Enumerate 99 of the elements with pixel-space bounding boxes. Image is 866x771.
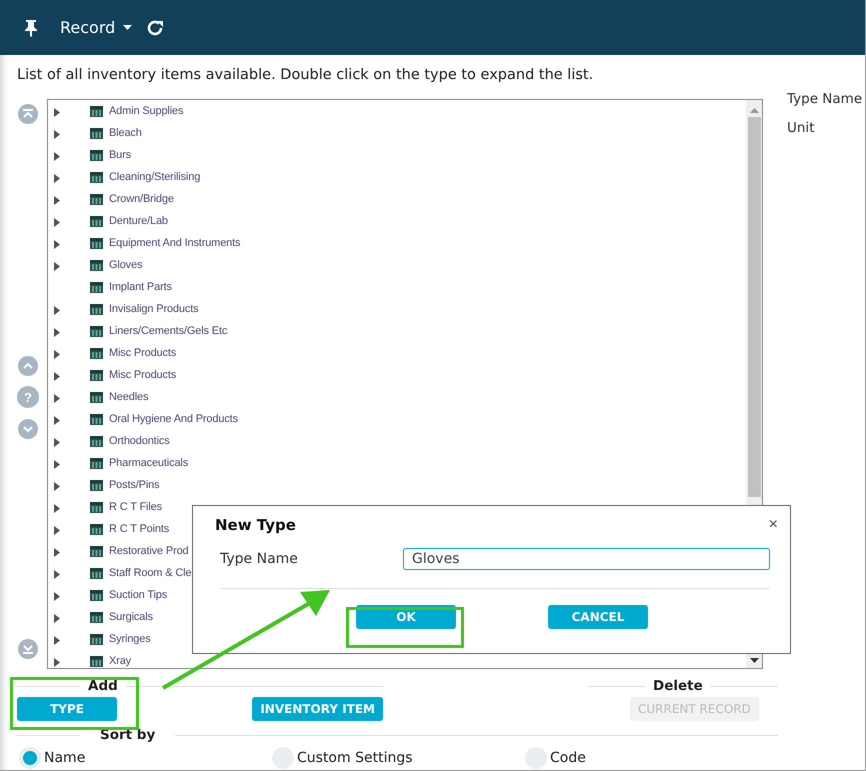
folder-icon	[90, 392, 103, 402]
tree-item[interactable]: Crown/Bridge	[109, 193, 174, 205]
expand-arrow-icon[interactable]	[54, 592, 60, 601]
input-field[interactable]: Gloves	[403, 548, 770, 570]
radio-button[interactable]	[272, 747, 294, 769]
folder-icon	[90, 590, 103, 600]
tree-item[interactable]: Gloves	[109, 259, 142, 271]
folder-icon	[90, 546, 103, 556]
folder-icon	[90, 524, 103, 534]
field-label: Unit	[787, 120, 816, 138]
expand-arrow-icon[interactable]	[54, 196, 60, 205]
expand-arrow-icon[interactable]	[54, 108, 60, 117]
expand-arrow-icon[interactable]	[54, 482, 60, 491]
radio-button[interactable]	[19, 747, 41, 769]
tree-item[interactable]: Burs	[109, 149, 132, 161]
expand-arrow-icon[interactable]	[54, 570, 60, 579]
expand-arrow-icon[interactable]	[54, 372, 60, 381]
tree-item[interactable]: Denture/Lab	[109, 215, 168, 227]
folder-icon	[90, 414, 103, 424]
expand-arrow-icon[interactable]	[54, 394, 60, 403]
folder-icon	[90, 436, 103, 446]
field-label: Type Name	[787, 91, 862, 109]
folder-icon	[90, 106, 103, 116]
folder-icon	[90, 458, 103, 468]
folder-icon	[90, 216, 103, 226]
folder-icon	[90, 194, 103, 204]
expand-arrow-icon[interactable]	[54, 130, 60, 139]
tree-item[interactable]: R C T Files	[109, 501, 162, 513]
folder-icon	[90, 326, 103, 336]
expand-arrow-icon[interactable]	[54, 306, 60, 315]
radio-label[interactable]: Name	[44, 750, 86, 766]
folder-icon	[90, 348, 103, 358]
tree-item[interactable]: Misc Products	[109, 369, 176, 381]
radio-label[interactable]: Custom Settings	[297, 750, 413, 766]
folder-icon	[90, 480, 103, 490]
tree-item[interactable]: Misc Products	[109, 347, 176, 359]
tree-item[interactable]: Orthodontics	[109, 435, 170, 447]
tree-item[interactable]: Surgicals	[109, 611, 153, 623]
tree-item[interactable]: Admin Supplies	[109, 105, 184, 117]
caret-icon[interactable]	[123, 25, 132, 30]
description-text: List of all inventory items available. Double click on the type to expand the list.	[16, 66, 594, 85]
radio-button[interactable]	[525, 747, 547, 769]
expand-arrow-icon[interactable]	[54, 174, 60, 183]
folder-icon	[90, 612, 103, 622]
expand-arrow-icon[interactable]	[54, 460, 60, 469]
folder-icon	[90, 656, 103, 666]
folder-icon	[90, 304, 103, 314]
expand-arrow-icon[interactable]	[54, 658, 60, 667]
expand-arrow-icon[interactable]	[54, 240, 60, 249]
tree-item[interactable]: R C T Points	[109, 523, 170, 535]
tree-item[interactable]: Suction Tips	[109, 589, 168, 601]
tree-item[interactable]: Equipment And Instruments	[109, 237, 240, 249]
section-heading: Sort by	[99, 727, 156, 743]
tree-item[interactable]: Bleach	[109, 127, 142, 139]
folder-icon	[90, 370, 103, 380]
tree-item[interactable]: Syringes	[109, 633, 151, 645]
scroll-thumb[interactable]	[748, 117, 760, 497]
expand-arrow-icon[interactable]	[54, 548, 60, 557]
expand-arrow-icon[interactable]	[54, 614, 60, 623]
expand-arrow-icon[interactable]	[54, 526, 60, 535]
tree-item[interactable]: Oral Hygiene And Products	[109, 413, 238, 425]
dialog-title: New Type	[215, 516, 296, 534]
tree-item[interactable]: Posts/Pins	[109, 479, 160, 491]
expand-arrow-icon[interactable]	[54, 350, 60, 359]
tree-item[interactable]: Implant Parts	[109, 281, 172, 293]
expand-arrow-icon[interactable]	[54, 262, 60, 271]
folder-icon	[90, 634, 103, 644]
tree-item[interactable]: Cleaning/Sterilising	[109, 171, 200, 183]
close-button[interactable]: ×	[764, 516, 782, 534]
tree-item[interactable]: Needles	[109, 391, 148, 403]
folder-icon	[90, 172, 103, 182]
tree-item[interactable]: Pharmaceuticals	[109, 457, 188, 469]
refresh-icon[interactable]	[146, 18, 164, 36]
expand-arrow-icon[interactable]	[54, 636, 60, 645]
folder-icon	[90, 502, 103, 512]
tree-item[interactable]: Xray	[109, 655, 132, 667]
tree-item[interactable]: Staff Room & Cle	[109, 567, 192, 579]
folder-icon	[90, 150, 103, 160]
expand-arrow-icon[interactable]	[54, 416, 60, 425]
expand-arrow-icon[interactable]	[54, 438, 60, 447]
folder-icon	[90, 568, 103, 578]
pin-icon[interactable]	[24, 18, 38, 36]
tree-item[interactable]: Liners/Cements/Gels Etc	[109, 325, 228, 337]
expand-arrow-icon[interactable]	[54, 152, 60, 161]
folder-icon	[90, 238, 103, 248]
folder-icon	[90, 260, 103, 270]
tree-item[interactable]: Restorative Prod	[109, 545, 189, 557]
tree-item[interactable]: Invisalign Products	[109, 303, 198, 315]
radio-label[interactable]: Code	[550, 750, 586, 766]
expand-arrow-icon[interactable]	[54, 504, 60, 513]
section-heading: Delete	[652, 678, 704, 694]
section-heading: Add	[87, 678, 119, 694]
folder-icon	[90, 128, 103, 138]
expand-arrow-icon[interactable]	[54, 328, 60, 337]
record-menu[interactable]: Record	[60, 18, 132, 37]
folder-icon	[90, 282, 103, 292]
scroll-down-arrow-icon[interactable]	[750, 658, 758, 663]
field-label: Type Name	[220, 551, 299, 567]
expand-arrow-icon[interactable]	[54, 218, 60, 227]
